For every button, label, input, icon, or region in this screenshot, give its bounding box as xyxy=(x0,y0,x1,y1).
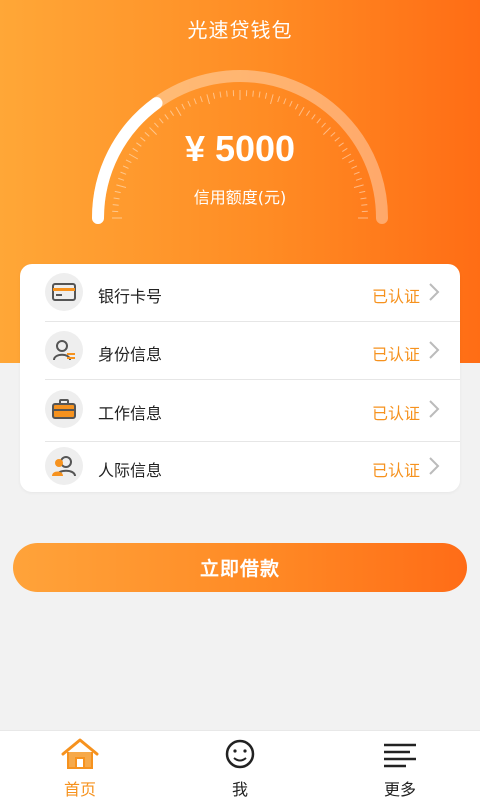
verification-row-identity[interactable]: 身份信息 已认证 xyxy=(20,322,460,379)
gauge-tick xyxy=(121,172,127,174)
gauge-tick xyxy=(290,101,293,106)
gauge-tick xyxy=(154,123,158,127)
gauge-tick xyxy=(271,94,274,104)
gauge-tick xyxy=(253,91,254,97)
chevron-right-icon xyxy=(428,282,440,302)
gauge-tick xyxy=(322,123,326,127)
chevron-right-icon xyxy=(428,399,440,419)
profile-icon xyxy=(220,737,260,771)
gauge-tick xyxy=(118,178,124,180)
tab-home-label: 首页 xyxy=(0,776,160,800)
gauge-tick xyxy=(306,111,309,116)
verification-row-bank-card[interactable]: 银行卡号 已认证 xyxy=(20,264,460,321)
tab-profile[interactable]: 我 xyxy=(160,731,320,801)
verification-label: 人际信息 xyxy=(98,457,162,481)
gauge-tick xyxy=(354,172,360,174)
gauge-tick xyxy=(220,92,221,98)
gauge-tick xyxy=(227,91,228,97)
gauge-tick xyxy=(295,104,298,109)
verification-status: 已认证 xyxy=(372,283,420,307)
gauge-tick xyxy=(312,114,316,119)
gauge-tick xyxy=(200,96,202,102)
gauge-tick xyxy=(278,96,280,102)
gauge-tick xyxy=(265,93,266,99)
chevron-right-icon xyxy=(428,456,440,476)
briefcase-icon xyxy=(45,390,83,428)
gauge-tick xyxy=(176,107,181,116)
menu-icon xyxy=(380,737,420,771)
gauge-tick xyxy=(317,119,321,124)
verification-label: 银行卡号 xyxy=(98,283,162,307)
identity-icon xyxy=(45,331,83,369)
gauge-tick xyxy=(182,104,185,109)
verification-row-work[interactable]: 工作信息 已认证 xyxy=(20,381,460,438)
verification-status: 已认证 xyxy=(372,400,420,424)
gauge-tick xyxy=(165,114,169,119)
gauge-tick xyxy=(194,99,196,105)
tab-more[interactable]: 更多 xyxy=(320,731,480,801)
gauge-tick xyxy=(159,119,163,124)
chevron-right-icon xyxy=(428,340,440,360)
gauge-tick xyxy=(213,93,214,99)
contacts-icon xyxy=(45,447,83,485)
verification-label: 工作信息 xyxy=(98,400,162,424)
bottom-tab-bar: 首页 我 更多 xyxy=(0,730,480,801)
borrow-now-button[interactable]: 立即借款 xyxy=(13,543,467,592)
gauge-tick xyxy=(207,94,210,104)
verification-card: 银行卡号 已认证 身份信息 已认证 xyxy=(20,264,460,492)
verification-status: 已认证 xyxy=(372,457,420,481)
gauge-tick xyxy=(188,101,191,106)
gauge-tick xyxy=(299,107,304,116)
gauge-tick xyxy=(170,111,173,116)
verification-label: 身份信息 xyxy=(98,341,162,365)
tab-more-label: 更多 xyxy=(320,776,480,800)
credit-amount: ¥ 5000 xyxy=(0,128,480,170)
credit-amount-label: 信用额度(元) xyxy=(0,184,480,208)
tab-profile-label: 我 xyxy=(160,776,320,800)
gauge-tick xyxy=(356,178,362,180)
gauge-tick xyxy=(259,92,260,98)
home-icon xyxy=(60,737,100,771)
verification-status: 已认证 xyxy=(372,341,420,365)
tab-home[interactable]: 首页 xyxy=(0,731,160,801)
verification-row-contacts[interactable]: 人际信息 已认证 xyxy=(20,438,460,495)
gauge-tick xyxy=(284,99,286,105)
divider xyxy=(45,379,460,380)
bank-card-icon xyxy=(45,273,83,311)
